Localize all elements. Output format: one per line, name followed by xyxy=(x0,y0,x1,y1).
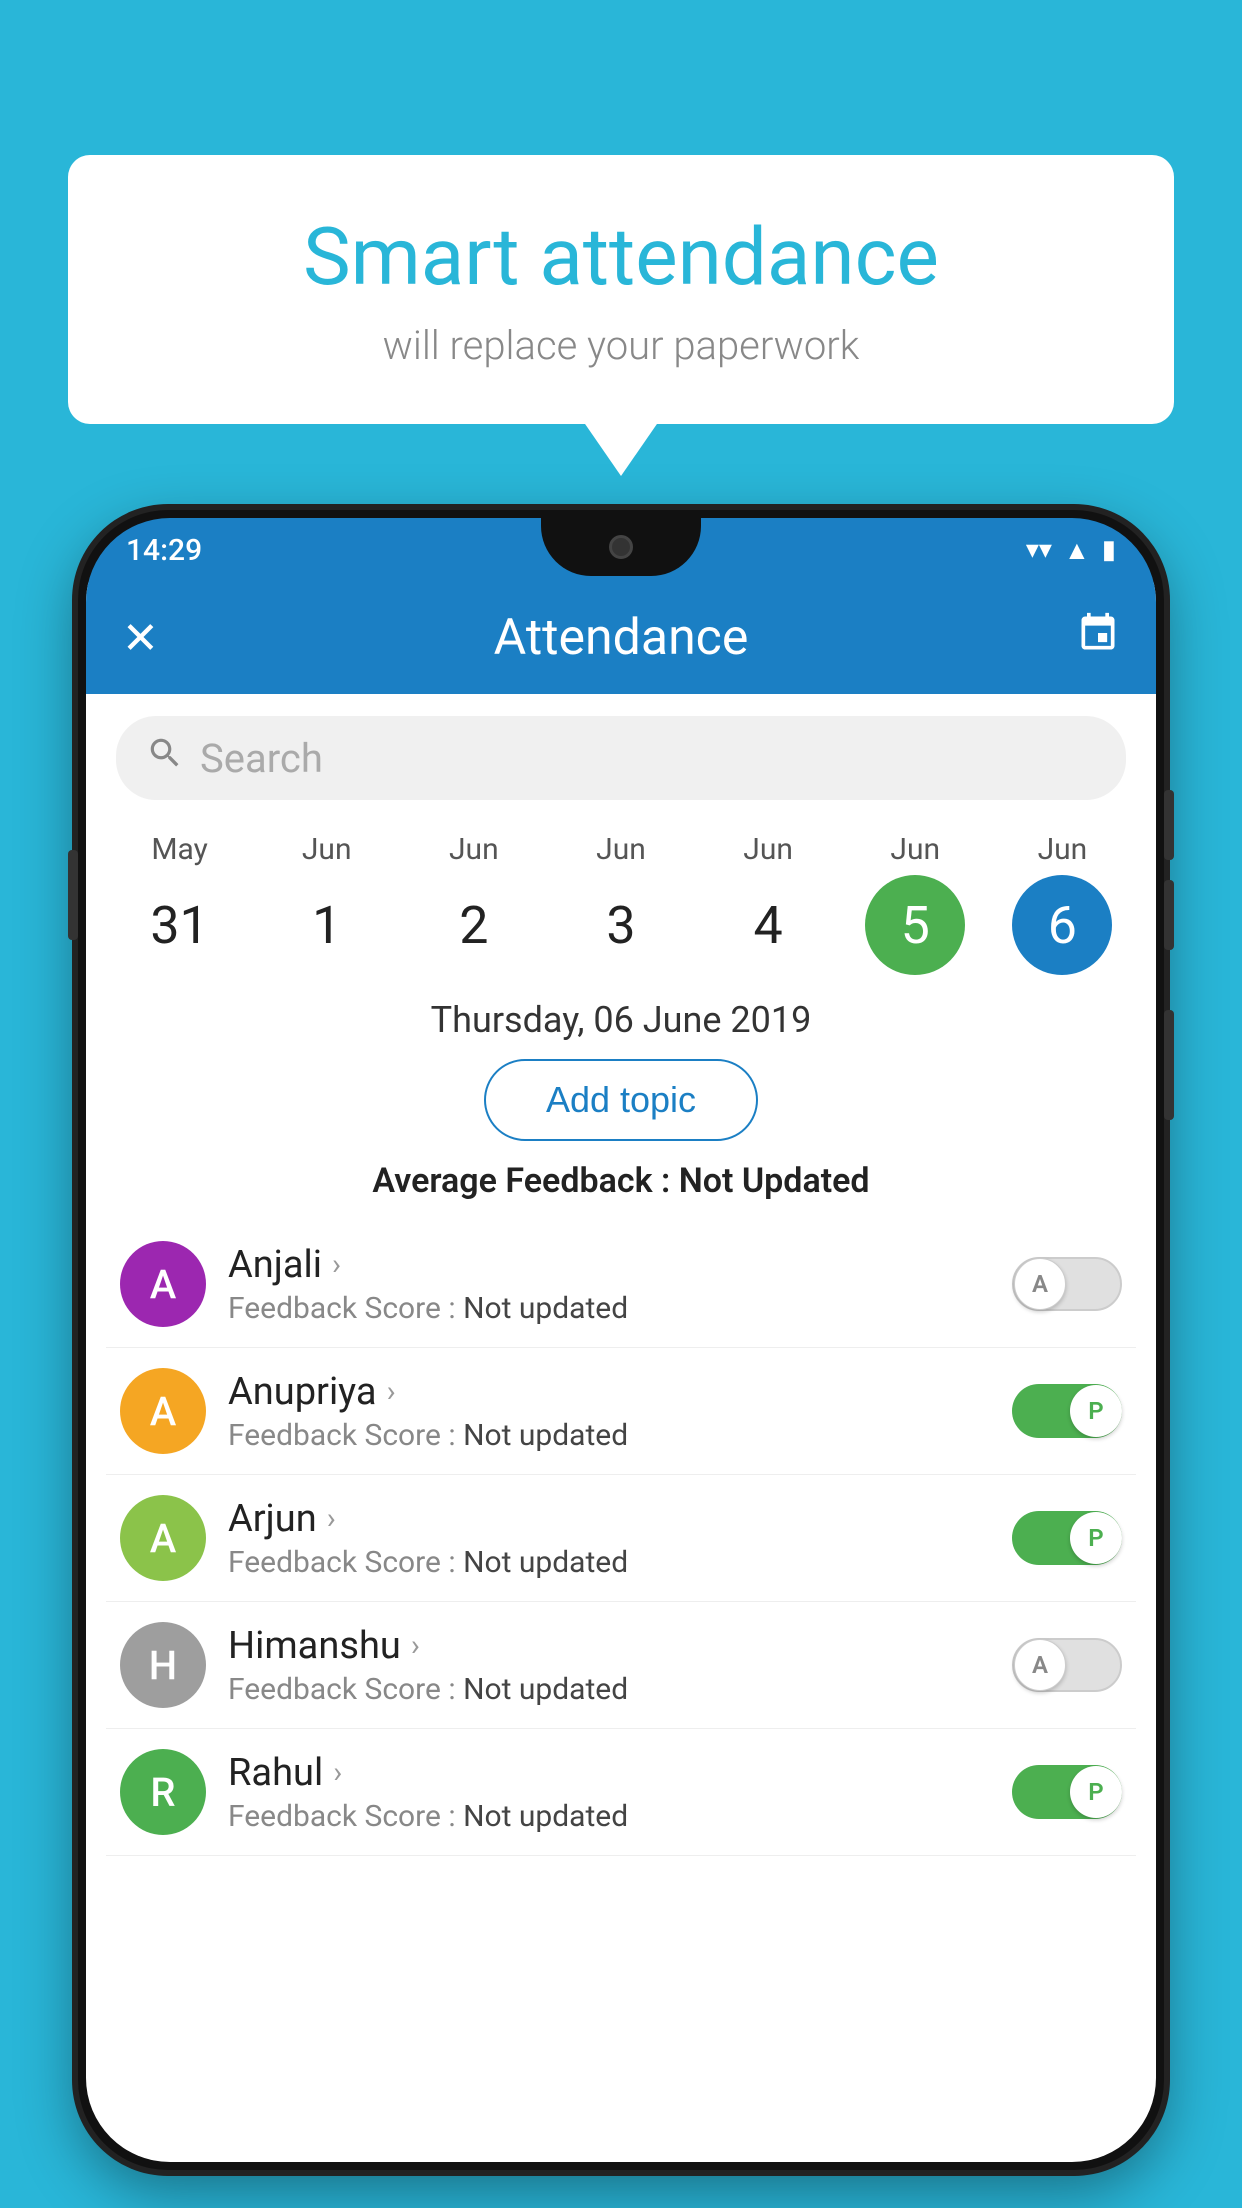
student-item-1[interactable]: A Anupriya › Feedback Score : Not updated P xyxy=(106,1348,1136,1475)
speech-bubble: Smart attendance will replace your paper… xyxy=(68,155,1174,424)
student-name-4: Rahul › xyxy=(228,1751,990,1795)
avg-feedback: Average Feedback : Not Updated xyxy=(86,1161,1156,1201)
app-content: ✕ Attendance Search May31Jun xyxy=(86,582,1156,2162)
student-name-0: Anjali › xyxy=(228,1243,990,1287)
student-feedback-0: Feedback Score : Not updated xyxy=(228,1291,990,1326)
student-item-0[interactable]: A Anjali › Feedback Score : Not updated A xyxy=(106,1221,1136,1348)
date-num-0[interactable]: 31 xyxy=(130,875,230,975)
student-chevron-2: › xyxy=(327,1501,336,1536)
student-name-2: Arjun › xyxy=(228,1497,990,1541)
date-month-6: Jun xyxy=(1038,832,1088,867)
avg-feedback-value: Not Updated xyxy=(679,1161,870,1201)
date-num-5[interactable]: 5 xyxy=(865,875,965,975)
date-col-3[interactable]: Jun 3 xyxy=(556,832,686,975)
date-month-0: May xyxy=(151,832,207,867)
app-header: ✕ Attendance xyxy=(86,582,1156,694)
attendance-toggle-1[interactable]: P xyxy=(1012,1384,1122,1438)
student-item-4[interactable]: R Rahul › Feedback Score : Not updated P xyxy=(106,1729,1136,1856)
date-month-5: Jun xyxy=(890,832,940,867)
student-name-3: Himanshu › xyxy=(228,1624,990,1668)
toggle-knob-4: P xyxy=(1070,1766,1122,1818)
wifi-icon: ▾▾ xyxy=(1026,535,1052,565)
student-avatar-1: A xyxy=(120,1368,206,1454)
search-placeholder: Search xyxy=(200,735,323,782)
close-button[interactable]: ✕ xyxy=(122,612,159,664)
date-num-4[interactable]: 4 xyxy=(718,875,818,975)
date-num-1[interactable]: 1 xyxy=(277,875,377,975)
student-feedback-value-3: Not updated xyxy=(463,1672,628,1707)
student-list: AAnjali ›Feedback Score : Not updatedAAA… xyxy=(86,1221,1156,1856)
student-info-4: Rahul › Feedback Score : Not updated xyxy=(228,1751,990,1834)
student-avatar-2: A xyxy=(120,1495,206,1581)
date-num-3[interactable]: 3 xyxy=(571,875,671,975)
student-chevron-3: › xyxy=(411,1628,420,1663)
student-avatar-4: R xyxy=(120,1749,206,1835)
student-chevron-1: › xyxy=(387,1374,396,1409)
student-info-0: Anjali › Feedback Score : Not updated xyxy=(228,1243,990,1326)
attendance-toggle-3[interactable]: A xyxy=(1012,1638,1122,1692)
front-camera xyxy=(609,535,633,559)
student-feedback-2: Feedback Score : Not updated xyxy=(228,1545,990,1580)
date-col-4[interactable]: Jun 4 xyxy=(703,832,833,975)
student-feedback-value-0: Not updated xyxy=(463,1291,628,1326)
left-side-button[interactable] xyxy=(68,850,78,940)
date-col-5[interactable]: Jun 5 xyxy=(850,832,980,975)
search-icon xyxy=(146,734,184,782)
student-item-3[interactable]: H Himanshu › Feedback Score : Not updated A xyxy=(106,1602,1136,1729)
student-chevron-4: › xyxy=(333,1755,342,1790)
calendar-icon[interactable] xyxy=(1076,611,1120,666)
date-col-0[interactable]: May 31 xyxy=(115,832,245,975)
student-feedback-1: Feedback Score : Not updated xyxy=(228,1418,990,1453)
date-month-4: Jun xyxy=(743,832,793,867)
date-month-3: Jun xyxy=(596,832,646,867)
phone-frame: 14:29 ▾▾ ▲ ▮ ✕ Attendance xyxy=(78,510,1164,2170)
date-picker-row: May 31 Jun 1 Jun 2 Jun 3 Jun 4 Jun 5 Jun 6 xyxy=(86,822,1156,975)
student-feedback-4: Feedback Score : Not updated xyxy=(228,1799,990,1834)
add-topic-button[interactable]: Add topic xyxy=(484,1059,758,1141)
toggle-knob-2: P xyxy=(1070,1512,1122,1564)
student-feedback-value-2: Not updated xyxy=(463,1545,628,1580)
student-name-1: Anupriya › xyxy=(228,1370,990,1414)
date-col-1[interactable]: Jun 1 xyxy=(262,832,392,975)
selected-date-label: Thursday, 06 June 2019 xyxy=(86,999,1156,1041)
student-avatar-3: H xyxy=(120,1622,206,1708)
speech-subtitle: will replace your paperwork xyxy=(128,322,1114,369)
date-num-6[interactable]: 6 xyxy=(1012,875,1112,975)
attendance-toggle-0[interactable]: A xyxy=(1012,1257,1122,1311)
attendance-toggle-2[interactable]: P xyxy=(1012,1511,1122,1565)
toggle-knob-3: A xyxy=(1014,1639,1066,1691)
date-col-6[interactable]: Jun 6 xyxy=(997,832,1127,975)
power-button[interactable] xyxy=(1164,1010,1174,1120)
speech-title: Smart attendance xyxy=(128,210,1114,304)
battery-icon: ▮ xyxy=(1102,535,1116,565)
add-topic-container: Add topic xyxy=(86,1059,1156,1141)
status-icons: ▾▾ ▲ ▮ xyxy=(1026,535,1116,566)
volume-up-button[interactable] xyxy=(1164,790,1174,860)
student-info-2: Arjun › Feedback Score : Not updated xyxy=(228,1497,990,1580)
phone-notch xyxy=(541,518,701,576)
student-chevron-0: › xyxy=(332,1247,341,1282)
student-feedback-value-1: Not updated xyxy=(463,1418,628,1453)
avg-feedback-label: Average Feedback : xyxy=(372,1161,670,1201)
status-time: 14:29 xyxy=(126,533,202,568)
header-title: Attendance xyxy=(494,609,749,667)
student-avatar-0: A xyxy=(120,1241,206,1327)
date-num-2[interactable]: 2 xyxy=(424,875,524,975)
student-info-1: Anupriya › Feedback Score : Not updated xyxy=(228,1370,990,1453)
toggle-knob-0: A xyxy=(1014,1258,1066,1310)
volume-down-button[interactable] xyxy=(1164,880,1174,950)
student-feedback-value-4: Not updated xyxy=(463,1799,628,1834)
search-bar[interactable]: Search xyxy=(116,716,1126,800)
date-month-1: Jun xyxy=(302,832,352,867)
attendance-toggle-4[interactable]: P xyxy=(1012,1765,1122,1819)
date-month-2: Jun xyxy=(449,832,499,867)
student-item-2[interactable]: A Arjun › Feedback Score : Not updated P xyxy=(106,1475,1136,1602)
date-col-2[interactable]: Jun 2 xyxy=(409,832,539,975)
signal-icon: ▲ xyxy=(1064,535,1090,566)
student-info-3: Himanshu › Feedback Score : Not updated xyxy=(228,1624,990,1707)
student-feedback-3: Feedback Score : Not updated xyxy=(228,1672,990,1707)
toggle-knob-1: P xyxy=(1070,1385,1122,1437)
